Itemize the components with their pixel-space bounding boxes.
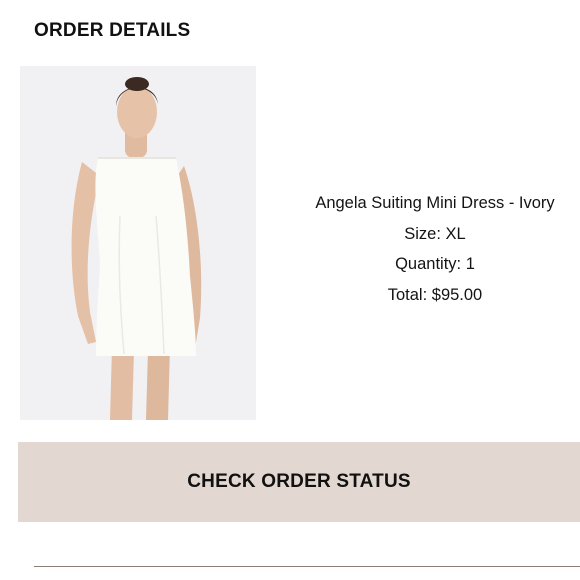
check-order-status-button[interactable]: CHECK ORDER STATUS	[18, 442, 580, 522]
product-total: Total: $95.00	[387, 285, 483, 304]
check-order-status-label: CHECK ORDER STATUS	[187, 471, 411, 492]
product-name[interactable]: Angela Suiting Mini Dress - Ivory	[290, 188, 580, 219]
divider	[34, 566, 580, 567]
product-image[interactable]	[20, 66, 256, 420]
dress-model-illustration	[20, 66, 256, 420]
product-quantity: Quantity: 1	[395, 255, 475, 273]
product-size: Size: XL	[404, 224, 466, 243]
page-title: ORDER DETAILS	[34, 20, 191, 41]
product-details: Angela Suiting Mini Dress - Ivory Size: …	[290, 188, 580, 310]
